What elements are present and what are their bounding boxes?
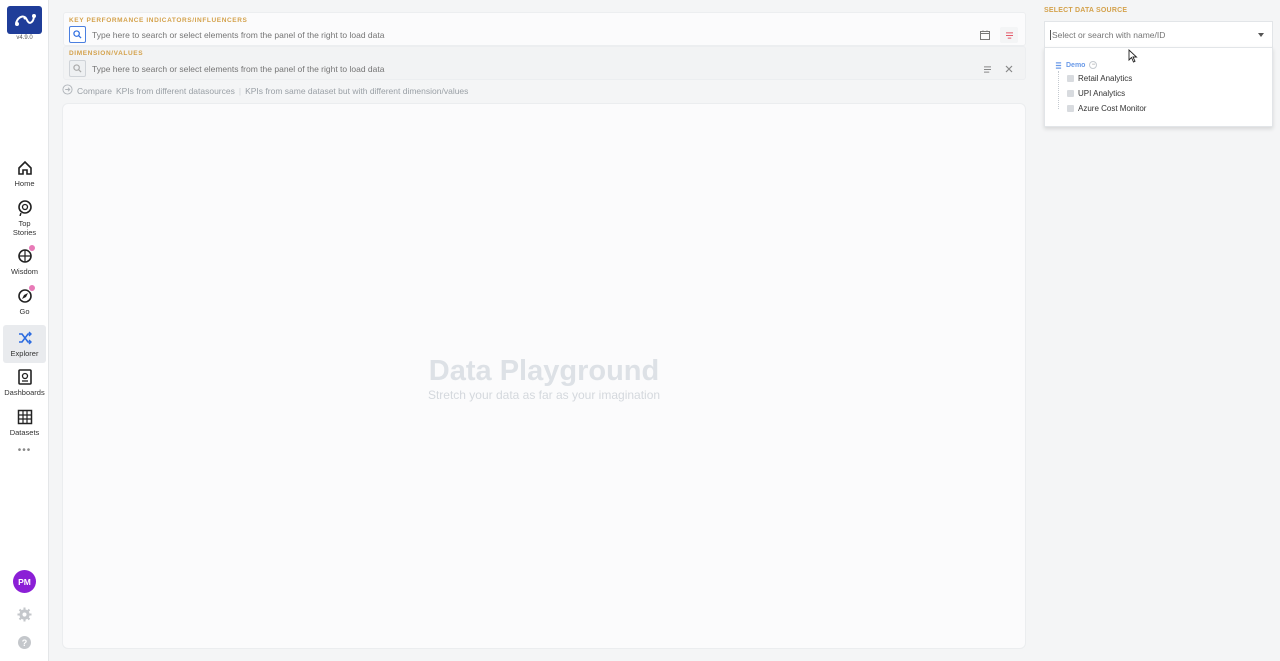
data-source-search-input[interactable]: [1050, 30, 1240, 40]
chevron-down-icon[interactable]: [1258, 33, 1264, 37]
nav-top-stories-label: Top Stories: [12, 219, 37, 237]
compare-label: Compare: [77, 85, 112, 96]
nav-datasets-label: Datasets: [9, 428, 40, 437]
nav-top-stories[interactable]: Top Stories: [3, 200, 46, 238]
kpi-filter-lines-icon[interactable]: [1000, 27, 1018, 43]
logo-icon: [14, 14, 36, 26]
list-icon: [1055, 61, 1062, 69]
data-playground[interactable]: Data Playground Stretch your data as far…: [62, 103, 1026, 649]
kpi-section-label: KEY PERFORMANCE INDICATORS/INFLUENCERS: [69, 17, 248, 24]
kpi-search-button[interactable]: [69, 26, 86, 43]
playground-title: Data Playground: [428, 355, 660, 387]
go-icon: [17, 284, 36, 304]
data-source-option[interactable]: UPI Analytics: [1067, 89, 1125, 98]
data-source-option-label: UPI Analytics: [1078, 89, 1126, 98]
data-source-option[interactable]: Azure Cost Monitor: [1067, 104, 1146, 113]
tree-group-label: Demo: [1066, 61, 1086, 69]
gear-icon[interactable]: [17, 607, 32, 622]
nav-explorer[interactable]: Explorer: [3, 325, 46, 363]
help-icon[interactable]: ?: [18, 636, 31, 649]
tree-connector: [1058, 71, 1059, 109]
home-icon: [17, 160, 33, 176]
dimension-section-label: DIMENSION/VALUES: [69, 50, 144, 57]
search-icon: [73, 64, 82, 73]
compare-separator: |: [238, 85, 242, 96]
dimension-filter-lines-icon[interactable]: [978, 61, 996, 77]
explorer-icon: [17, 330, 33, 346]
nav-explorer-label: Explorer: [10, 349, 39, 358]
data-source-dropdown: Demo − Retail Analytics UPI Analytics Az…: [1044, 47, 1273, 127]
compare-toggle-icon[interactable]: [62, 84, 73, 97]
dataset-icon: [1067, 90, 1074, 97]
dataset-icon: [1067, 105, 1074, 112]
nav-home[interactable]: Home: [3, 160, 46, 190]
wisdom-icon: [17, 244, 36, 264]
kpi-search-input[interactable]: [92, 30, 792, 40]
nav-wisdom[interactable]: Wisdom: [3, 244, 46, 278]
top-stories-icon: [17, 200, 33, 217]
dimension-filter-box: DIMENSION/VALUES: [63, 46, 1026, 80]
compare-row: Compare KPIs from different datasources …: [62, 84, 468, 97]
nav-dashboards-label: Dashboards: [4, 388, 45, 397]
dashboards-icon: [17, 369, 33, 385]
playground-subtitle: Stretch your data as far as your imagina…: [427, 388, 661, 402]
calendar-icon[interactable]: [976, 27, 994, 43]
nav-home-label: Home: [14, 179, 35, 188]
dimension-search-button[interactable]: [69, 60, 86, 77]
go-badge: [27, 284, 36, 292]
dimension-search-input[interactable]: [92, 64, 792, 74]
app-version: v4.9.0: [16, 35, 33, 41]
wisdom-badge: [27, 244, 36, 252]
compare-option-same-dataset[interactable]: KPIs from same dataset but with differen…: [245, 86, 468, 96]
app-logo[interactable]: [7, 6, 42, 34]
data-source-option[interactable]: Retail Analytics: [1067, 74, 1132, 83]
nav-go[interactable]: Go: [3, 284, 46, 318]
kpi-filter-box: KEY PERFORMANCE INDICATORS/INFLUENCERS: [63, 12, 1026, 46]
explorer-main: KEY PERFORMANCE INDICATORS/INFLUENCERS D…: [50, 0, 1039, 661]
data-source-panel: SELECT DATA SOURCE Demo − Retail Analyti…: [1039, 0, 1280, 661]
sidebar: v4.9.0 Home Top Stories Wisdom Go Explore…: [0, 0, 49, 661]
data-source-label: SELECT DATA SOURCE: [1044, 7, 1128, 14]
datasets-icon: [17, 409, 33, 425]
nav-datasets[interactable]: Datasets: [3, 409, 46, 439]
data-source-option-label: Azure Cost Monitor: [1078, 104, 1147, 113]
user-avatar[interactable]: PM: [13, 570, 36, 593]
more-menu-icon[interactable]: •••: [0, 445, 49, 456]
collapse-icon[interactable]: −: [1089, 61, 1098, 69]
nav-wisdom-label: Wisdom: [10, 267, 39, 276]
close-icon[interactable]: [1000, 61, 1018, 77]
dataset-icon: [1067, 75, 1074, 82]
data-source-select[interactable]: [1044, 21, 1273, 47]
tree-group-demo[interactable]: Demo −: [1055, 61, 1098, 69]
nav-dashboards[interactable]: Dashboards: [3, 369, 46, 399]
nav-go-label: Go: [19, 307, 30, 316]
compare-option-datasources[interactable]: KPIs from different datasources: [116, 86, 235, 96]
search-icon: [73, 30, 82, 39]
mouse-cursor-icon: [1128, 48, 1138, 68]
data-source-option-label: Retail Analytics: [1078, 74, 1133, 83]
